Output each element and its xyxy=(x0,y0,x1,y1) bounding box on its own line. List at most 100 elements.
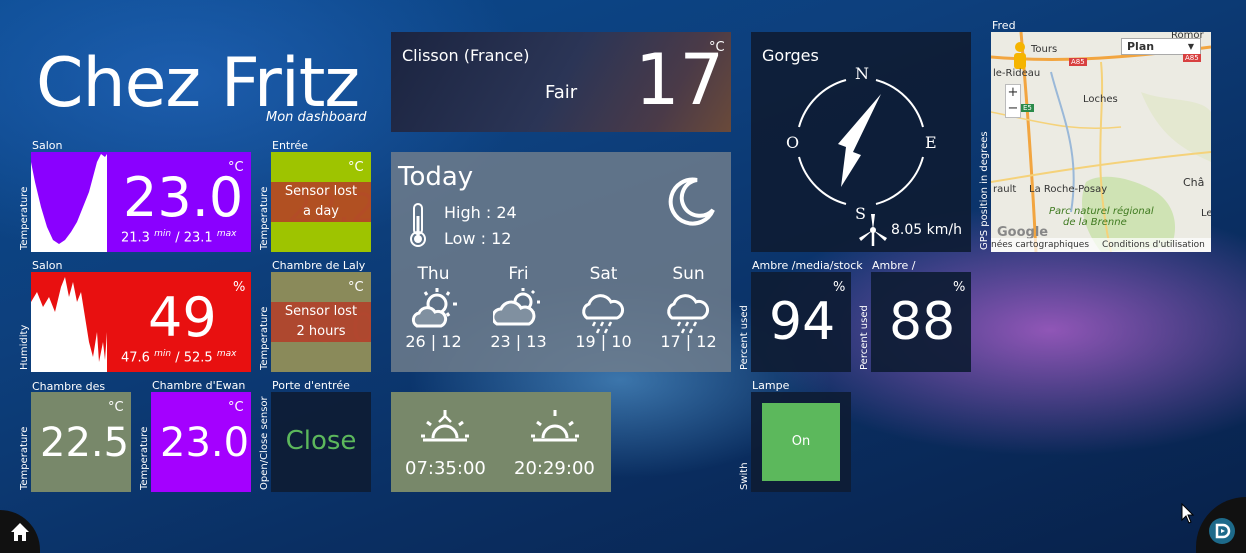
sunrise-icon xyxy=(421,410,469,442)
salon-temp-max-label: max xyxy=(216,229,237,239)
laly-status-line1: Sensor lost xyxy=(284,304,358,319)
map-tile[interactable]: + − Plan ▼ Romor Tours le-Rideau Loches … xyxy=(991,32,1211,252)
forecast-day-name: Sun xyxy=(672,264,705,284)
lampe-title: Lampe xyxy=(752,379,790,392)
home-button[interactable] xyxy=(0,510,40,553)
porte-axis-label: Open/Close sensor xyxy=(259,396,270,490)
laly-unit: °C xyxy=(348,280,364,295)
salon-hum-minmax: 47.6 min / 52.5 max xyxy=(121,349,236,365)
salon-temp-min-label: min xyxy=(154,229,172,239)
salon-hum-min-label: min xyxy=(154,349,172,359)
compass-e: E xyxy=(925,133,937,152)
stock2-axis-label: Percent used xyxy=(859,305,870,370)
salon-hum-max-label: max xyxy=(216,349,237,359)
domoticz-logo-icon xyxy=(1209,518,1235,544)
ewan-room-label: Chambre d'Ewan xyxy=(152,379,246,392)
road-badge: A85 xyxy=(1183,54,1201,62)
wind-speed: 8.05 km/h xyxy=(891,222,962,238)
salon-temp-room-label: Salon xyxy=(32,139,63,152)
ewan-unit: °C xyxy=(228,400,244,415)
salon-temp-sep: / xyxy=(175,230,180,246)
porte-room-label: Porte d'entrée xyxy=(272,379,350,392)
pegman-icon[interactable] xyxy=(1013,42,1027,70)
parents-tile[interactable]: °C 22.5 xyxy=(31,392,131,492)
today-low: Low : 12 xyxy=(444,229,512,248)
parents-axis-label: Temperature xyxy=(19,426,30,490)
salon-hum-room-label: Salon xyxy=(32,259,63,272)
stock1-title: Ambre /media/stock xyxy=(752,259,863,272)
home-icon xyxy=(11,523,29,541)
salon-hum-tile[interactable]: % 49 47.6 min / 52.5 max xyxy=(31,272,251,372)
salon-hum-min: 47.6 xyxy=(121,350,150,366)
map-place: Le xyxy=(1201,208,1211,219)
stock1-value: 94 xyxy=(769,292,836,352)
lampe-tile: On xyxy=(751,392,851,492)
ewan-tile[interactable]: °C 23.0 xyxy=(151,392,251,492)
thermometer-icon xyxy=(410,203,426,247)
map-place: La Roche-Posay xyxy=(1029,184,1108,195)
parents-value: 22.5 xyxy=(40,420,130,466)
laly-room-label: Chambre de Laly xyxy=(272,259,366,272)
salon-hum-value: 49 xyxy=(148,286,217,349)
today-high: High : 24 xyxy=(444,203,517,222)
entree-axis-label: Temperature xyxy=(259,186,270,250)
salon-hum-max: 52.5 xyxy=(183,350,213,366)
map-place: Romor xyxy=(1171,32,1204,41)
zoom-out-button[interactable]: − xyxy=(1006,101,1020,117)
rain-cloud-icon xyxy=(582,294,625,334)
sun-tile[interactable]: 07:35:00 20:29:00 xyxy=(391,392,611,492)
settings-button[interactable] xyxy=(1196,497,1246,553)
sunrise-time: 07:35:00 xyxy=(405,458,486,479)
forecast-tile[interactable]: Today High : 24 Low : 12 Thu 26 | 12 Fri… xyxy=(391,152,731,372)
salon-temp-axis-label: Temperature xyxy=(19,186,30,250)
map-terms-link[interactable]: Conditions d'utilisation xyxy=(1102,238,1205,252)
map-place: le-Rideau xyxy=(993,68,1041,79)
entree-status: Sensor lost a day xyxy=(271,182,371,222)
map-footer: nées cartographiques Conditions d'utilis… xyxy=(991,238,1211,252)
stock2-title: Ambre / xyxy=(872,259,916,272)
cloud-sun-icon xyxy=(493,288,540,326)
forecast-day-name: Sat xyxy=(589,264,618,284)
map-place: Loches xyxy=(1083,94,1118,105)
salon-temp-min: 21.3 xyxy=(121,230,150,246)
salon-hum-sparkline xyxy=(31,277,107,372)
forecast-day-name: Thu xyxy=(417,264,450,284)
ewan-axis-label: Temperature xyxy=(139,426,150,490)
lampe-on-button[interactable]: On xyxy=(762,403,840,481)
compass-o: O xyxy=(786,133,800,152)
map-title: Fred xyxy=(992,19,1016,32)
zoom-in-button[interactable]: + xyxy=(1006,85,1020,101)
salon-temp-minmax: 21.3 min / 23.1 max xyxy=(121,229,236,245)
dashboard-subtitle: Mon dashboard xyxy=(266,110,367,125)
parents-unit: °C xyxy=(108,400,124,415)
stock2-tile[interactable]: % 88 xyxy=(871,272,971,372)
map-place: Châ xyxy=(1183,176,1205,189)
sunset-icon xyxy=(531,410,579,442)
weather-unit: °C xyxy=(709,40,725,55)
entree-tile[interactable]: °C 22.2 Sensor lost a day xyxy=(271,152,371,252)
stock1-tile[interactable]: % 94 xyxy=(751,272,851,372)
laly-tile[interactable]: °C 20.0 Sensor lost 2 hours xyxy=(271,272,371,372)
laly-axis-label: Temperature xyxy=(259,306,270,370)
stock2-value: 88 xyxy=(889,292,956,352)
map-type-value: Plan xyxy=(1127,40,1155,53)
wind-tile[interactable]: Gorges N S E O 8.05 km/h xyxy=(751,32,971,252)
forecast-day-temps: 26 | 12 xyxy=(405,332,462,351)
salon-temp-tile[interactable]: °C 23.0 21.3 min / 23.1 max xyxy=(31,152,251,252)
porte-state: Close xyxy=(285,426,357,456)
salon-hum-sep: / xyxy=(175,350,180,366)
weather-now-tile[interactable]: Clisson (France) Fair 17 °C xyxy=(391,32,731,132)
stock1-axis-label: Percent used xyxy=(739,305,750,370)
wind-turbine-icon xyxy=(859,214,887,246)
entree-status-line1: Sensor lost xyxy=(284,184,358,199)
map-footer-data: nées cartographiques xyxy=(991,240,1090,250)
forecast-day-name: Fri xyxy=(508,264,529,284)
porte-tile[interactable]: Close xyxy=(271,392,371,492)
sunset-time: 20:29:00 xyxy=(514,458,595,479)
map-place: Tours xyxy=(1031,44,1058,55)
road-badge: E5 xyxy=(1021,104,1034,112)
mouse-cursor-icon xyxy=(1181,503,1195,524)
rain-cloud-icon xyxy=(667,294,710,334)
salon-temp-value: 23.0 xyxy=(123,166,244,229)
forecast-day-temps: 23 | 13 xyxy=(490,332,547,351)
